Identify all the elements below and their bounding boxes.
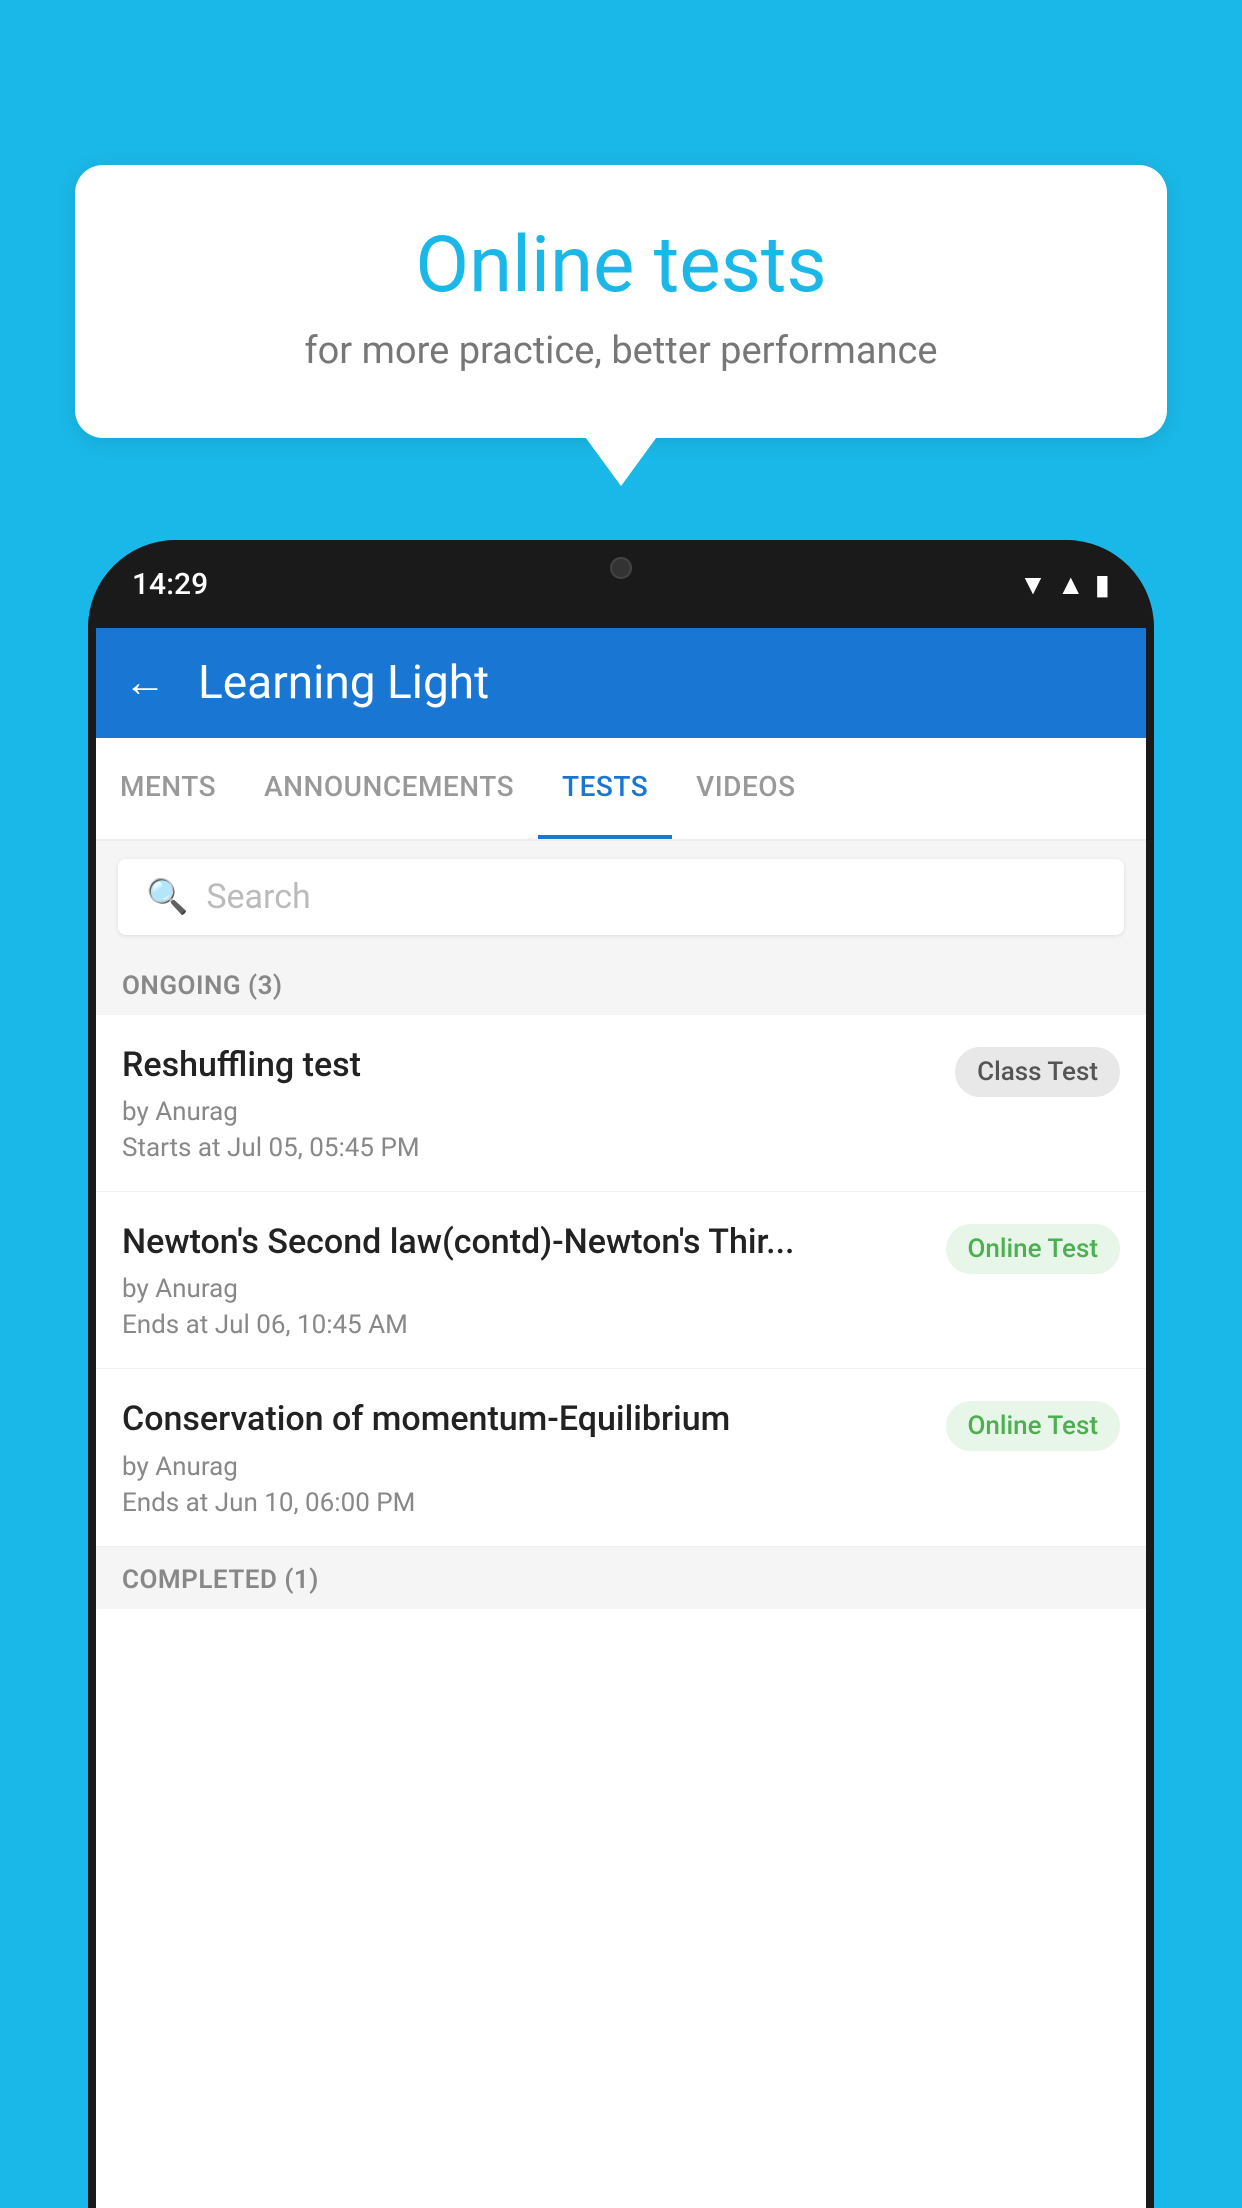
status-icons: ▼ ▲ ▮ (1019, 568, 1110, 601)
test-name: Reshuffling test (122, 1043, 939, 1087)
app-title: Learning Light (198, 656, 489, 710)
back-button[interactable]: ← (124, 662, 166, 704)
test-name: Conservation of momentum-Equilibrium (122, 1397, 930, 1441)
status-time: 14:29 (132, 567, 208, 602)
test-author: by Anurag (122, 1097, 939, 1127)
phone-frame: 14:29 ▼ ▲ ▮ ← Learning Light MENTS ANNOU… (88, 540, 1154, 2208)
test-item[interactable]: Newton's Second law(contd)-Newton's Thir… (96, 1192, 1146, 1369)
battery-icon: ▮ (1095, 568, 1110, 601)
search-bar[interactable]: 🔍 Search (118, 859, 1124, 935)
test-author: by Anurag (122, 1452, 930, 1482)
test-badge-online-2: Online Test (946, 1401, 1121, 1451)
completed-label: COMPLETED (1) (122, 1565, 319, 1595)
completed-section-header: COMPLETED (1) (96, 1547, 1146, 1609)
tab-tests[interactable]: TESTS (538, 738, 672, 839)
test-name: Newton's Second law(contd)-Newton's Thir… (122, 1220, 930, 1264)
speech-bubble-subtitle: for more practice, better performance (135, 329, 1107, 373)
search-container: 🔍 Search (96, 841, 1146, 953)
app-header: ← Learning Light (96, 628, 1146, 738)
test-author: by Anurag (122, 1274, 930, 1304)
tab-announcements[interactable]: ANNOUNCEMENTS (240, 738, 538, 839)
wifi-icon: ▼ (1019, 568, 1047, 601)
phone-screen: ← Learning Light MENTS ANNOUNCEMENTS TES… (96, 628, 1146, 2208)
test-badge-online: Online Test (946, 1224, 1121, 1274)
status-bar: 14:29 ▼ ▲ ▮ (88, 540, 1154, 628)
test-info: Reshuffling test by Anurag Starts at Jul… (122, 1043, 939, 1163)
tab-ments[interactable]: MENTS (96, 738, 240, 839)
test-info: Conservation of momentum-Equilibrium by … (122, 1397, 930, 1517)
test-info: Newton's Second law(contd)-Newton's Thir… (122, 1220, 930, 1340)
test-badge-class: Class Test (955, 1047, 1120, 1097)
search-placeholder: Search (206, 877, 310, 917)
test-item[interactable]: Reshuffling test by Anurag Starts at Jul… (96, 1015, 1146, 1192)
test-item[interactable]: Conservation of momentum-Equilibrium by … (96, 1369, 1146, 1546)
test-time: Ends at Jul 06, 10:45 AM (122, 1310, 930, 1340)
camera-dot (610, 557, 632, 579)
search-icon: 🔍 (146, 877, 188, 917)
tabs-bar: MENTS ANNOUNCEMENTS TESTS VIDEOS (96, 738, 1146, 841)
ongoing-label: ONGOING (3) (122, 971, 283, 1001)
speech-bubble: Online tests for more practice, better p… (75, 165, 1167, 438)
signal-icon: ▲ (1057, 568, 1085, 601)
ongoing-section-header: ONGOING (3) (96, 953, 1146, 1015)
test-time: Starts at Jul 05, 05:45 PM (122, 1133, 939, 1163)
speech-bubble-title: Online tests (135, 220, 1107, 311)
phone-notch (541, 540, 701, 595)
test-time: Ends at Jun 10, 06:00 PM (122, 1488, 930, 1518)
tab-videos[interactable]: VIDEOS (672, 738, 819, 839)
